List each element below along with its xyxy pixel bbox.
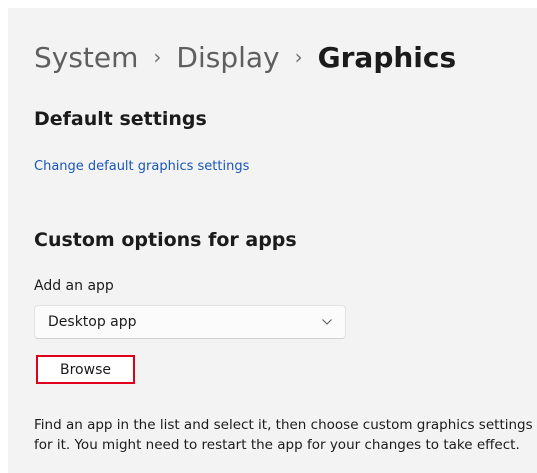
- settings-window: System › Display › Graphics Default sett…: [8, 8, 537, 473]
- breadcrumb-separator: ›: [294, 45, 303, 69]
- add-an-app-label: Add an app: [34, 278, 114, 294]
- breadcrumb: System › Display › Graphics: [34, 38, 456, 78]
- page-title: Graphics: [317, 41, 457, 74]
- breadcrumb-separator: ›: [153, 45, 162, 69]
- app-type-dropdown[interactable]: Desktop app: [34, 305, 346, 339]
- app-type-selected-value: Desktop app: [48, 314, 137, 330]
- browse-button[interactable]: Browse: [36, 355, 135, 384]
- breadcrumb-item-display[interactable]: Display: [176, 38, 279, 78]
- custom-options-heading: Custom options for apps: [34, 229, 297, 251]
- default-settings-heading: Default settings: [34, 108, 207, 130]
- instructions-text: Find an app in the list and select it, t…: [34, 417, 533, 453]
- change-default-graphics-settings-link[interactable]: Change default graphics settings: [34, 158, 249, 176]
- chevron-down-icon: [321, 318, 333, 326]
- breadcrumb-item-system[interactable]: System: [34, 38, 138, 78]
